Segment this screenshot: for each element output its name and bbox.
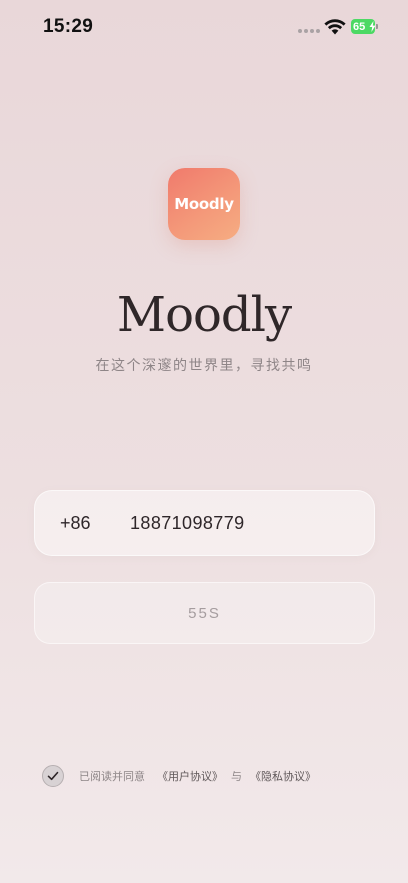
- charging-bolt-icon: [369, 21, 376, 32]
- agreement-connector: 与: [231, 771, 242, 783]
- agreement-checkbox[interactable]: [42, 765, 64, 787]
- agreement-prefix: 已阅读并同意: [79, 771, 145, 783]
- wifi-icon: [324, 19, 346, 35]
- privacy-policy-link[interactable]: 《隐私协议》: [250, 768, 316, 784]
- status-bar: 15:29 65: [0, 0, 408, 54]
- phone-input-field[interactable]: +86 18871098779: [34, 490, 375, 556]
- signal-dots-icon: [298, 29, 320, 33]
- phone-number-input[interactable]: 18871098779: [130, 513, 245, 534]
- app-title: Moodly: [116, 287, 292, 343]
- agreement-row: 已阅读并同意 《用户协议》 与 《隐私协议》: [0, 765, 408, 787]
- user-agreement-link[interactable]: 《用户协议》: [157, 768, 223, 784]
- battery-icon: 65: [351, 19, 379, 34]
- app-slogan: 在这个深邃的世界里，寻找共鸣: [95, 357, 313, 373]
- country-code-selector[interactable]: +86: [60, 513, 91, 534]
- app-icon-wordmark: Moodly: [174, 195, 234, 213]
- status-time: 15:29: [43, 16, 94, 37]
- check-icon: [47, 771, 59, 781]
- app-icon: Moodly: [168, 168, 240, 240]
- battery-level: 65: [353, 20, 366, 33]
- verification-countdown-button[interactable]: 55S: [34, 582, 375, 644]
